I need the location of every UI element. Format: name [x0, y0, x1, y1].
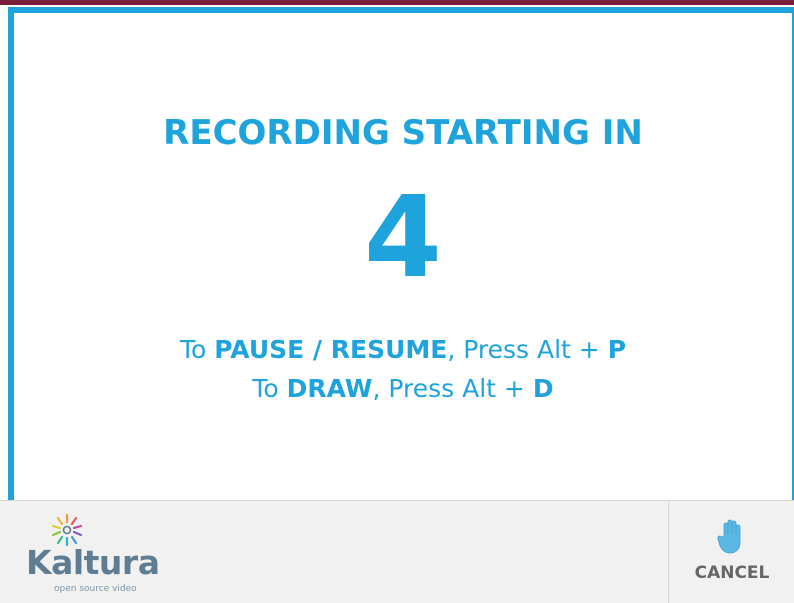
cancel-label: CANCEL: [694, 563, 770, 583]
shortcut-prefix: To: [179, 335, 215, 364]
footer-bar: Kaltura open source video CANCEL: [0, 500, 794, 603]
kaltura-logo: Kaltura open source video: [26, 513, 186, 594]
window-top-edge: [0, 0, 794, 5]
shortcut-middle: , Press Alt +: [447, 335, 608, 364]
shortcut-key: D: [532, 374, 554, 403]
kaltura-burst-icon: [51, 513, 83, 547]
shortcut-action: PAUSE / RESUME: [214, 335, 448, 364]
shortcut-prefix: To: [252, 374, 287, 403]
logo-tagline: open source video: [54, 584, 137, 594]
cancel-button[interactable]: CANCEL: [668, 501, 794, 603]
shortcut-pause-resume: To PAUSE / RESUME, Press Alt + P: [14, 335, 792, 364]
countdown-title: RECORDING STARTING IN: [163, 113, 643, 153]
logo-wordmark: Kaltura: [26, 543, 160, 582]
countdown-panel: RECORDING STARTING IN 4 To PAUSE / RESUM…: [8, 7, 794, 506]
shortcut-draw: To DRAW, Press Alt + D: [14, 374, 792, 403]
shortcut-action: DRAW: [286, 374, 373, 403]
shortcut-middle: , Press Alt +: [372, 374, 533, 403]
shortcut-key: P: [607, 335, 627, 364]
hand-stop-icon: [717, 519, 741, 554]
countdown-number: 4: [364, 173, 442, 303]
